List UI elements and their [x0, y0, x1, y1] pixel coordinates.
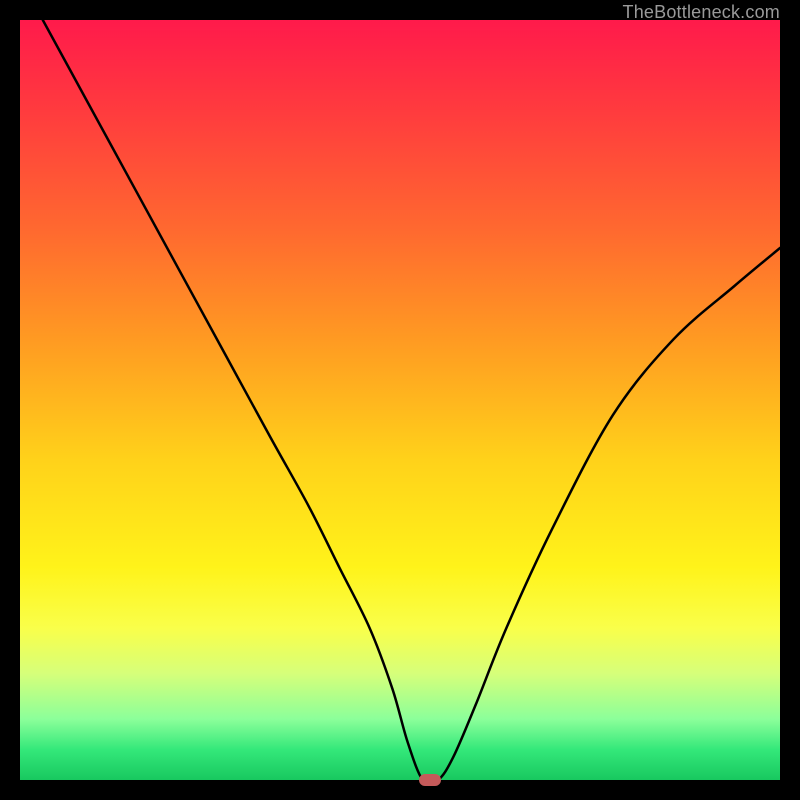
- optimal-point-marker: [419, 774, 441, 786]
- bottleneck-curve: [20, 20, 780, 780]
- plot-frame: TheBottleneck.com: [20, 20, 780, 780]
